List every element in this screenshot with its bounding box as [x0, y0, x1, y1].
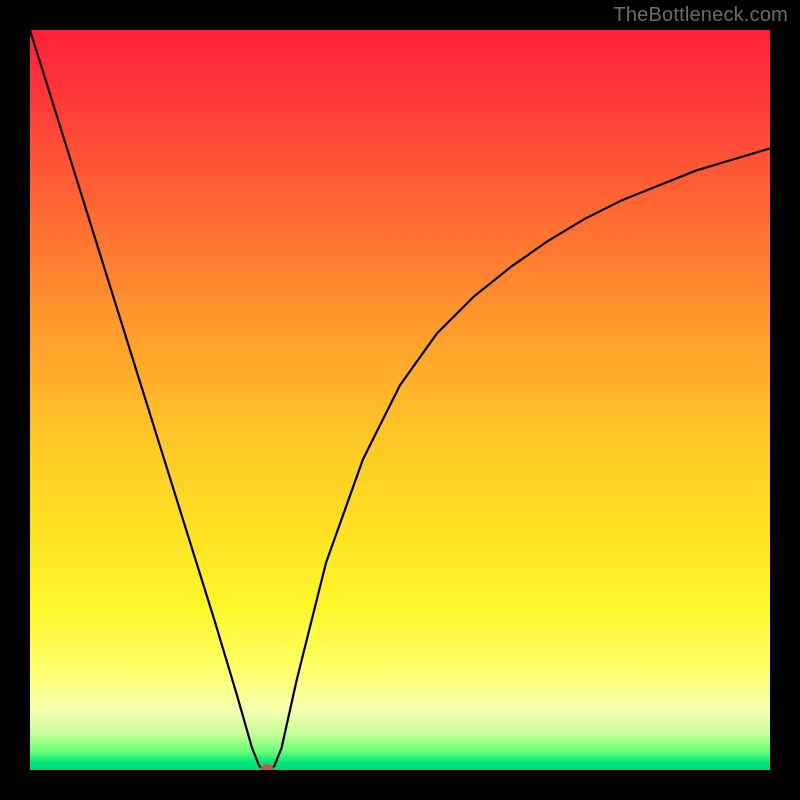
plot-area [30, 30, 770, 770]
bottleneck-curve [30, 30, 770, 770]
watermark-text: TheBottleneck.com [613, 4, 788, 27]
optimum-marker-icon [260, 764, 274, 770]
